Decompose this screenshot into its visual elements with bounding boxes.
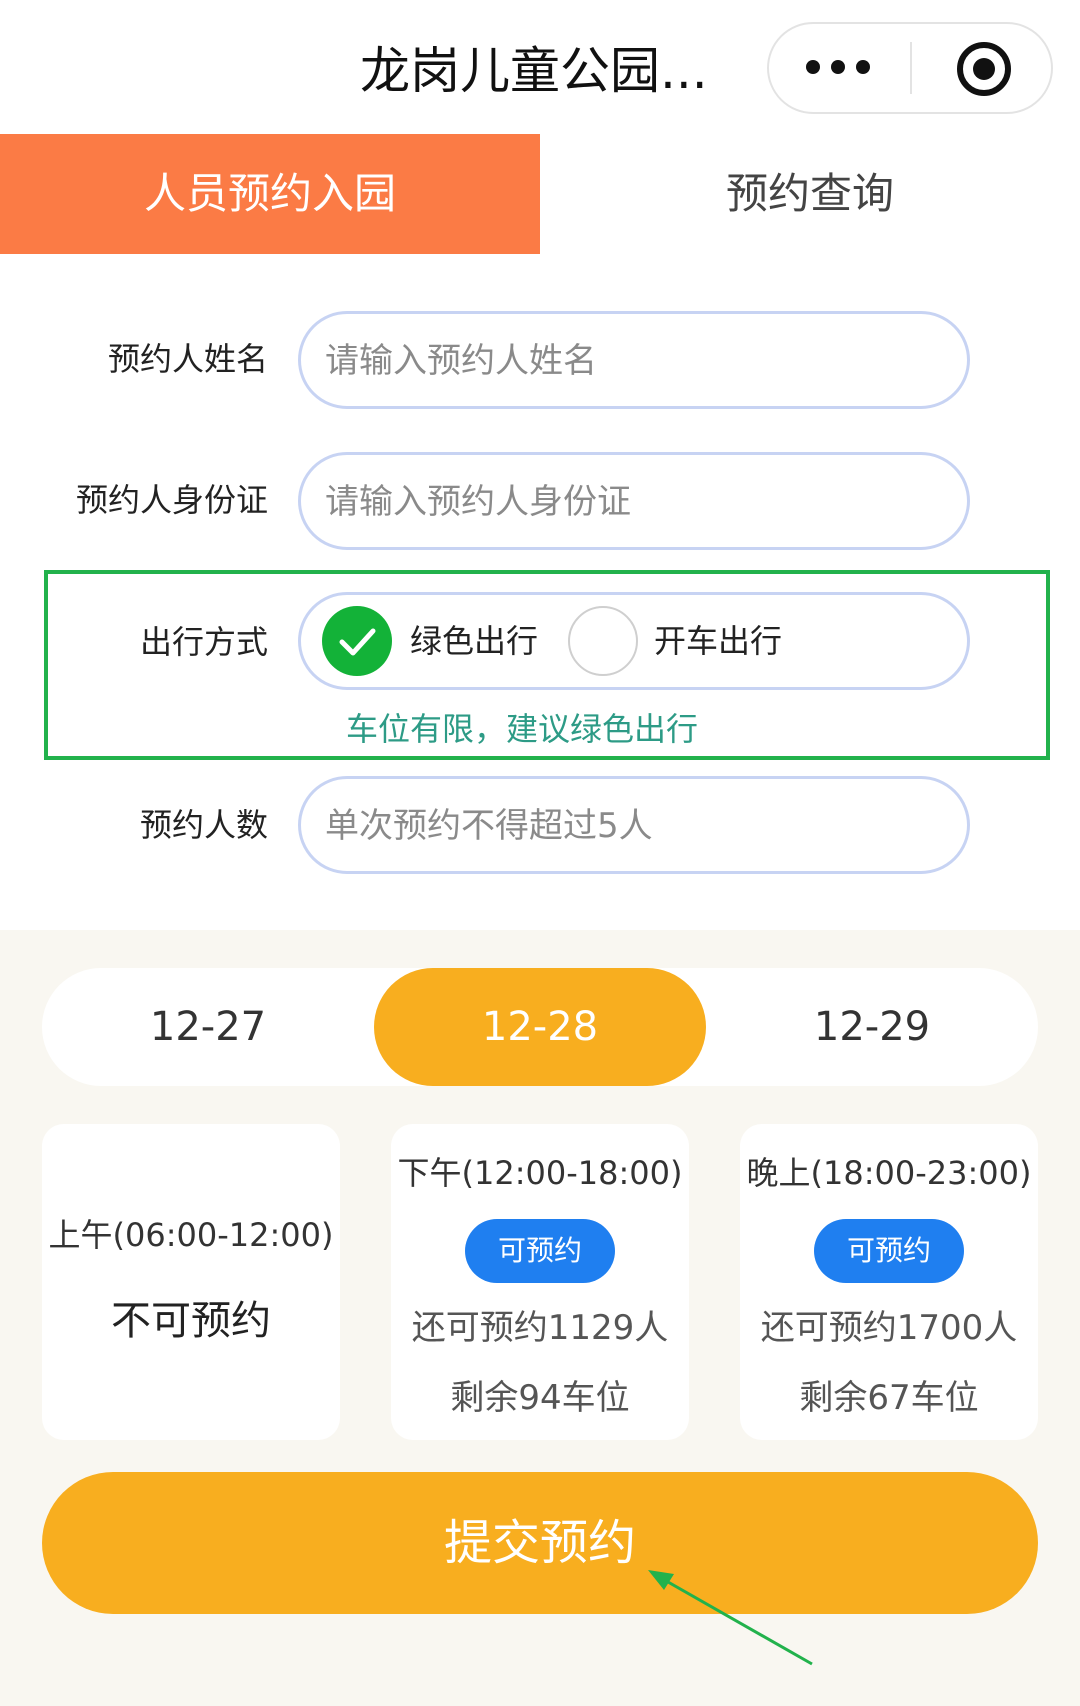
slot-parking: 剩余94车位	[450, 1378, 630, 1418]
id-card-input[interactable]	[323, 455, 947, 549]
slot-remaining: 还可预约1129人	[411, 1308, 669, 1348]
radio-green-travel[interactable]	[322, 606, 392, 676]
travel-label: 出行方式	[139, 623, 268, 661]
slot-parking: 剩余67车位	[799, 1378, 979, 1418]
date-12-27[interactable]: 12-27	[42, 968, 374, 1086]
tab-person-booking[interactable]: 人员预约入园	[0, 134, 540, 254]
name-field-wrap	[298, 311, 970, 409]
name-label: 预约人姓名	[107, 340, 268, 378]
slot-time: 上午(06:00-12:00)	[48, 1216, 334, 1254]
slot-time: 晚上(18:00-23:00)	[746, 1154, 1032, 1192]
name-input[interactable]	[323, 314, 947, 408]
annotation-arrow-icon	[648, 1570, 813, 1666]
more-dots-icon[interactable]	[806, 58, 876, 78]
slot-morning: 上午(06:00-12:00) 不可预约	[42, 1124, 340, 1440]
page-title: 龙岗儿童公园...	[360, 42, 708, 100]
green-travel-label[interactable]: 绿色出行	[410, 606, 538, 676]
parking-hint: 车位有限，建议绿色出行	[346, 710, 699, 748]
capsule-divider	[910, 42, 912, 94]
slot-available-button[interactable]: 可预约	[465, 1219, 615, 1283]
id-card-label: 预约人身份证	[75, 481, 268, 519]
radio-drive-travel[interactable]	[568, 606, 638, 676]
count-label: 预约人数	[139, 806, 268, 844]
slot-evening[interactable]: 晚上(18:00-23:00) 可预约 还可预约1700人 剩余67车位	[740, 1124, 1038, 1440]
date-12-29[interactable]: 12-29	[706, 968, 1038, 1086]
tab-booking-query[interactable]: 预约查询	[540, 134, 1080, 254]
slot-time: 下午(12:00-18:00)	[397, 1154, 683, 1192]
target-icon[interactable]	[957, 42, 1011, 96]
slot-afternoon[interactable]: 下午(12:00-18:00) 可预约 还可预约1129人 剩余94车位	[391, 1124, 689, 1440]
id-card-field-wrap	[298, 452, 970, 550]
slot-available-button[interactable]: 可预约	[814, 1219, 964, 1283]
slot-remaining: 还可预约1700人	[760, 1308, 1018, 1348]
date-12-28[interactable]: 12-28	[374, 968, 706, 1086]
slot-unavailable: 不可预约	[111, 1298, 271, 1344]
drive-travel-label[interactable]: 开车出行	[654, 606, 782, 676]
submit-button[interactable]: 提交预约	[42, 1472, 1038, 1614]
count-field-wrap	[298, 776, 970, 874]
count-input[interactable]	[323, 779, 947, 873]
check-icon	[339, 628, 376, 656]
